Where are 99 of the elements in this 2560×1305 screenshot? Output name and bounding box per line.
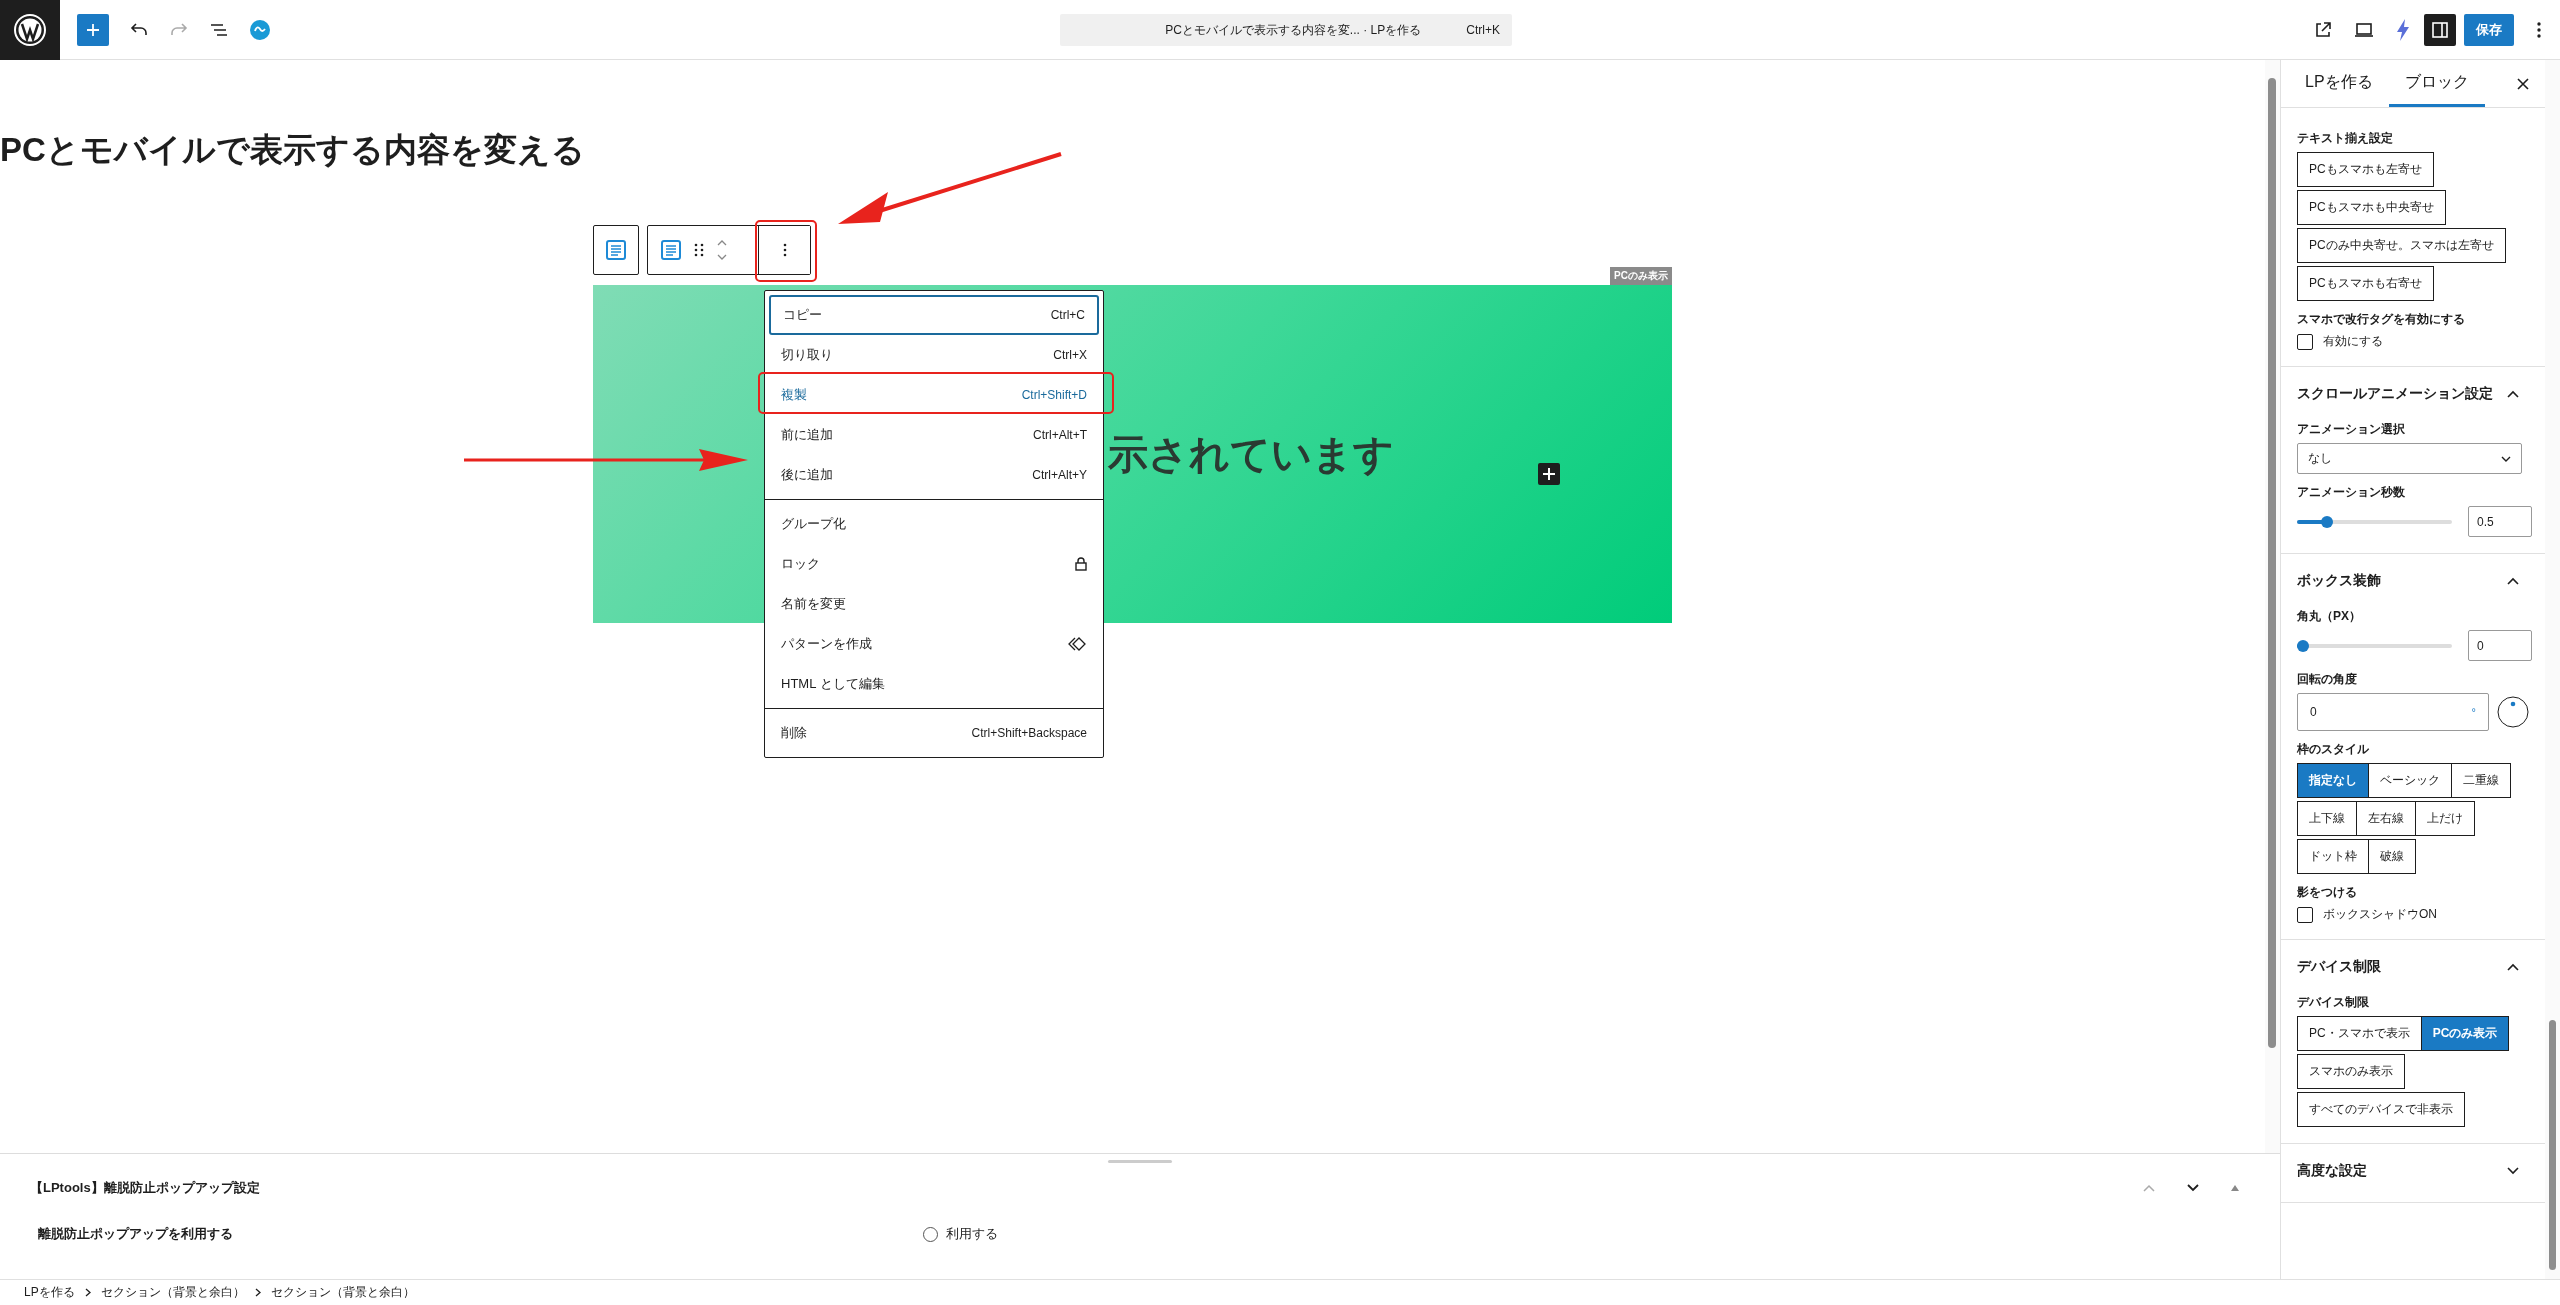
field-label: 離脱防止ポップアップを利用する (38, 1225, 234, 1243)
lightning-icon[interactable] (2396, 18, 2410, 41)
menu-item[interactable]: 切り取り Ctrl+X (769, 335, 1099, 375)
external-link-icon[interactable] (2314, 20, 2332, 39)
menu-item[interactable]: 後に追加 Ctrl+Alt+Y (769, 455, 1099, 495)
chevron-down-icon (2501, 455, 2511, 462)
more-options-icon[interactable] (2536, 20, 2542, 39)
option-button[interactable]: 上下線 (2297, 801, 2357, 836)
plugin-icon[interactable] (249, 18, 271, 41)
menu-item[interactable]: グループ化 (769, 504, 1099, 544)
section-header[interactable]: 高度な設定 (2297, 1156, 2529, 1186)
drag-handle-icon[interactable] (694, 243, 704, 257)
menu-item[interactable]: ロック (769, 544, 1099, 584)
sidebar-tab[interactable]: LPを作る (2289, 60, 2389, 107)
option-button[interactable]: スマホのみ表示 (2297, 1054, 2405, 1089)
angle-dial-icon[interactable] (2497, 696, 2529, 728)
menu-item[interactable]: コピー Ctrl+C (769, 295, 1099, 335)
angle-field[interactable]: 0 ° (2297, 693, 2489, 731)
plus-icon (85, 21, 101, 38)
breadcrumb-item[interactable]: セクション（背景と余白） (100, 1284, 245, 1301)
visibility-badge: PCのみ表示 (1610, 267, 1672, 285)
menu-item[interactable]: パターンを作成 (769, 624, 1099, 664)
menu-item[interactable]: 削除 Ctrl+Shift+Backspace (769, 713, 1099, 753)
laptop-icon[interactable] (2354, 21, 2374, 38)
option-button[interactable]: 指定なし (2297, 763, 2369, 798)
panel-title: 【LPtools】離脱防止ポップアップ設定 (30, 1179, 260, 1197)
sidebar-icon (2431, 20, 2449, 39)
lock-icon (1075, 557, 1087, 571)
move-up-icon[interactable] (2230, 1184, 2240, 1192)
section-header[interactable]: ボックス装飾 (2297, 566, 2529, 596)
chevron-up-icon (2507, 390, 2519, 398)
control-label: 枠のスタイル (2297, 741, 2370, 758)
slider[interactable] (2297, 515, 2452, 528)
section-header[interactable]: スクロールアニメーション設定 (2297, 379, 2529, 409)
wordpress-logo-icon[interactable] (0, 0, 60, 60)
sidebar-toggle-button[interactable] (2424, 13, 2456, 46)
slider[interactable] (2297, 639, 2452, 652)
breadcrumb-item[interactable]: セクション（背景と余白） (270, 1284, 415, 1301)
pattern-icon (1067, 637, 1087, 651)
command-bar[interactable]: PCとモバイルで表示する内容を変... · LPを作る Ctrl+K (1060, 14, 1512, 46)
checkbox[interactable] (2297, 906, 2313, 923)
control-label: アニメーション秒数 (2297, 484, 2406, 501)
option-button[interactable]: 二重線 (2451, 763, 2511, 798)
chevron-down-icon (2507, 1167, 2519, 1175)
block-type-icon[interactable] (660, 239, 682, 261)
block-heading: 示されています (1108, 430, 1394, 478)
menu-item[interactable]: HTML として編集 (769, 664, 1099, 704)
add-block-icon[interactable] (1538, 463, 1560, 485)
option-button[interactable]: PC・スマホで表示 (2297, 1016, 2422, 1051)
option-button[interactable]: 左右線 (2356, 801, 2416, 836)
option-button[interactable]: 上だけ (2415, 801, 2475, 836)
option-button[interactable]: PCのみ中央寄せ。スマホは左寄せ (2297, 228, 2506, 263)
scrollbar[interactable] (2265, 60, 2280, 1153)
option-button[interactable]: ドット枠 (2297, 839, 2369, 874)
option-button[interactable]: 破線 (2368, 839, 2416, 874)
breadcrumb-item[interactable]: LPを作る (24, 1284, 75, 1301)
more-options-icon (782, 243, 787, 257)
block-options-button[interactable] (758, 226, 810, 274)
chevron-up-icon (2507, 577, 2519, 585)
scrollbar[interactable] (2545, 60, 2560, 1279)
option-button[interactable]: PCもスマホも右寄せ (2297, 266, 2434, 301)
move-up-icon[interactable] (716, 239, 728, 247)
control-label: 角丸（PX） (2297, 608, 2362, 625)
resize-handle[interactable] (1108, 1160, 1172, 1163)
checkbox-label: 有効にする (2323, 333, 2383, 350)
select-field[interactable]: なし (2297, 443, 2522, 474)
option-button[interactable]: PCもスマホも中央寄せ (2297, 190, 2446, 225)
radio-label: 利用する (946, 1225, 998, 1243)
menu-item[interactable]: 複製 Ctrl+Shift+D (769, 375, 1099, 415)
number-field[interactable]: 0.5 (2468, 506, 2532, 537)
option-button[interactable]: ベーシック (2368, 763, 2452, 798)
number-field[interactable]: 0 (2468, 630, 2532, 661)
chevron-right-icon (84, 1288, 91, 1297)
block-type-icon[interactable] (605, 239, 627, 261)
option-button[interactable]: すべてのデバイスで非表示 (2297, 1092, 2465, 1127)
page-title: PCとモバイルで表示する内容を変える (0, 130, 586, 170)
close-icon[interactable] (2517, 77, 2529, 90)
chevron-up-icon[interactable] (2142, 1183, 2156, 1193)
chevron-right-icon (254, 1288, 261, 1297)
menu-item[interactable]: 前に追加 Ctrl+Alt+T (769, 415, 1099, 455)
control-label: デバイス制限 (2297, 994, 2370, 1011)
checkbox-label: ボックスシャドウON (2323, 906, 2437, 923)
menu-item[interactable]: 名前を変更 (769, 584, 1099, 624)
control-label: アニメーション選択 (2297, 421, 2406, 438)
chevron-up-icon (2507, 963, 2519, 971)
add-block-button[interactable] (77, 13, 109, 46)
chevron-down-icon[interactable] (2186, 1183, 2200, 1193)
control-label: テキスト揃え設定 (2297, 130, 2394, 147)
control-label: 影をつける (2297, 884, 2358, 901)
option-button[interactable]: PCのみ表示 (2420, 1016, 2510, 1051)
control-label: 回転の角度 (2297, 671, 2358, 688)
highlight-frame (755, 220, 817, 282)
save-button[interactable]: 保存 (2464, 13, 2514, 46)
control-label: スマホで改行タグを有効にする (2297, 311, 2466, 328)
sidebar-tab[interactable]: ブロック (2388, 60, 2485, 107)
option-button[interactable]: PCもスマホも左寄せ (2297, 152, 2434, 187)
checkbox[interactable] (2297, 333, 2313, 350)
section-header[interactable]: デバイス制限 (2297, 952, 2529, 982)
move-down-icon[interactable] (716, 253, 728, 261)
